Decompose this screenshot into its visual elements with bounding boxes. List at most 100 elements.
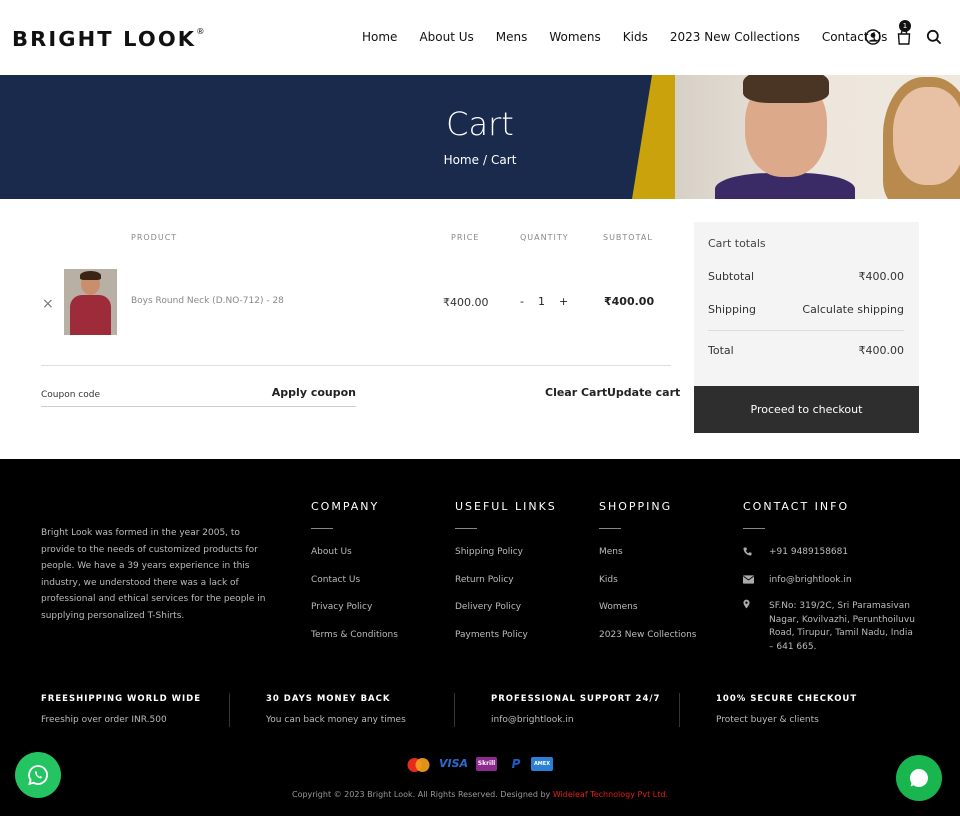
registered-mark: ®: [196, 27, 205, 37]
coupon-code-input[interactable]: [41, 390, 241, 400]
nav-kids[interactable]: Kids: [612, 30, 659, 44]
qty-increase-button[interactable]: +: [559, 295, 568, 308]
cart-totals-title: Cart totals: [708, 237, 766, 250]
visa-icon: VISA: [439, 757, 469, 770]
product-thumbnail[interactable]: [64, 269, 117, 335]
footer-link-womens[interactable]: Womens: [599, 602, 638, 612]
title-underline: [599, 528, 621, 529]
breadcrumb-separator: /: [483, 153, 488, 167]
copyright-label: Copyright © 2023 Bright Look. All Rights…: [292, 790, 551, 799]
main-nav: Home About Us Mens Womens Kids 2023 New …: [351, 30, 898, 44]
nav-about-us[interactable]: About Us: [408, 30, 484, 44]
apply-coupon-button[interactable]: Apply coupon: [272, 386, 356, 399]
mastercard-icon: [407, 758, 430, 772]
feature-free-shipping-text: Freeship over order INR.500: [41, 715, 167, 725]
table-divider: [41, 365, 671, 366]
feature-secure-title: 100% SECURE CHECKOUT: [716, 694, 858, 704]
cart-count-badge: 1: [899, 20, 911, 32]
whatsapp-icon: [28, 765, 48, 786]
designer-link[interactable]: Wideleaf Technology Pvt Ltd.: [553, 790, 668, 799]
feature-separator: [454, 693, 455, 727]
coupon-form: Apply coupon: [41, 382, 356, 407]
paypal-icon: P: [511, 757, 521, 771]
amex-icon: AMEX: [531, 757, 553, 771]
chat-bubble-icon: [909, 769, 928, 787]
feature-support-text: info@brightlook.in: [491, 715, 574, 725]
footer-link-contact-us[interactable]: Contact Us: [311, 575, 360, 585]
breadcrumb-home[interactable]: Home: [444, 153, 479, 167]
whatsapp-button[interactable]: [15, 752, 61, 798]
shipping-row: Shipping Calculate shipping: [708, 303, 904, 316]
totals-divider: [708, 330, 904, 331]
qty-decrease-button[interactable]: -: [520, 295, 524, 308]
live-chat-button[interactable]: [896, 755, 942, 801]
product-price: ₹400.00: [443, 296, 489, 309]
feature-money-back-text: You can back money any times: [266, 715, 406, 725]
footer-link-privacy-policy[interactable]: Privacy Policy: [311, 602, 372, 612]
proceed-to-checkout-button[interactable]: Proceed to checkout: [694, 386, 919, 433]
nav-womens[interactable]: Womens: [538, 30, 611, 44]
user-icon[interactable]: [865, 29, 881, 45]
clear-cart-button[interactable]: Clear Cart: [545, 386, 607, 399]
column-quantity: QUANTITY: [520, 233, 569, 242]
feature-secure-text: Protect buyer & clients: [716, 715, 819, 725]
feature-separator: [229, 693, 230, 727]
feature-support-title: PROFESSIONAL SUPPORT 24/7: [491, 694, 661, 704]
phone-icon: [743, 547, 752, 556]
page-title: Cart: [446, 105, 514, 143]
thumbnail-tshirt: [70, 295, 111, 335]
footer-link-mens[interactable]: Mens: [599, 547, 623, 557]
envelope-icon: [743, 575, 754, 584]
subtotal-label: Subtotal: [708, 270, 755, 283]
footer-link-payments-policy[interactable]: Payments Policy: [455, 630, 528, 640]
footer-useful-links-title: USEFUL LINKS: [455, 500, 557, 513]
contact-email[interactable]: info@brightlook.in: [769, 575, 852, 585]
title-underline: [455, 528, 477, 529]
logo-text: BRIGHT LOOK: [12, 27, 197, 51]
contact-address: SF.No: 319/2C, Sri Paramasivan Nagar, Ko…: [769, 601, 915, 652]
qty-value[interactable]: 1: [538, 295, 545, 308]
thumbnail-hair: [80, 271, 101, 280]
nav-new-collections[interactable]: 2023 New Collections: [659, 30, 811, 44]
column-product: PRODUCT: [131, 233, 178, 242]
calculate-shipping-link[interactable]: Calculate shipping: [802, 303, 904, 316]
update-cart-button[interactable]: Update cart: [607, 386, 680, 399]
footer-link-delivery-policy[interactable]: Delivery Policy: [455, 602, 521, 612]
total-label: Total: [708, 344, 734, 357]
search-icon[interactable]: [926, 29, 942, 45]
feature-free-shipping-title: FREESHIPPING WORLD WIDE: [41, 694, 202, 704]
site-header: BRIGHT LOOK® Home About Us Mens Womens K…: [0, 0, 960, 75]
footer-link-about-us[interactable]: About Us: [311, 547, 352, 557]
footer-link-return-policy[interactable]: Return Policy: [455, 575, 514, 585]
remove-item-button[interactable]: ×: [42, 297, 54, 311]
breadcrumb: Home / Cart: [0, 153, 960, 167]
title-underline: [743, 528, 765, 529]
footer-shopping-title: SHOPPING: [599, 500, 673, 513]
footer-link-terms[interactable]: Terms & Conditions: [311, 630, 398, 640]
footer-link-shipping-policy[interactable]: Shipping Policy: [455, 547, 523, 557]
breadcrumb-current: Cart: [491, 153, 517, 167]
total-row: Total ₹400.00: [708, 344, 904, 357]
cart-totals-panel: Cart totals Subtotal ₹400.00 Shipping Ca…: [694, 222, 919, 386]
shipping-label: Shipping: [708, 303, 756, 316]
site-footer: Bright Look was formed in the year 2005,…: [0, 459, 960, 816]
photo-hair: [743, 75, 829, 103]
product-subtotal: ₹400.00: [604, 295, 655, 308]
footer-link-new-collections[interactable]: 2023 New Collections: [599, 630, 696, 640]
feature-separator: [679, 693, 680, 727]
nav-contact-us[interactable]: Contact Us: [811, 30, 899, 44]
contact-phone[interactable]: +91 9489158681: [769, 547, 848, 557]
product-name[interactable]: Boys Round Neck (D.NO-712) - 28: [131, 296, 284, 306]
footer-link-kids[interactable]: Kids: [599, 575, 618, 585]
page-banner: Cart Home / Cart: [0, 75, 960, 199]
copyright-text: Copyright © 2023 Bright Look. All Rights…: [0, 790, 960, 799]
footer-about: Bright Look was formed in the year 2005,…: [41, 528, 266, 621]
brand-logo[interactable]: BRIGHT LOOK®: [12, 27, 205, 51]
quantity-stepper: - 1 +: [520, 295, 568, 308]
column-subtotal: SUBTOTAL: [603, 233, 653, 242]
footer-company-title: COMPANY: [311, 500, 380, 513]
total-value: ₹400.00: [858, 344, 905, 357]
nav-mens[interactable]: Mens: [485, 30, 539, 44]
nav-home[interactable]: Home: [351, 30, 408, 44]
title-underline: [311, 528, 333, 529]
